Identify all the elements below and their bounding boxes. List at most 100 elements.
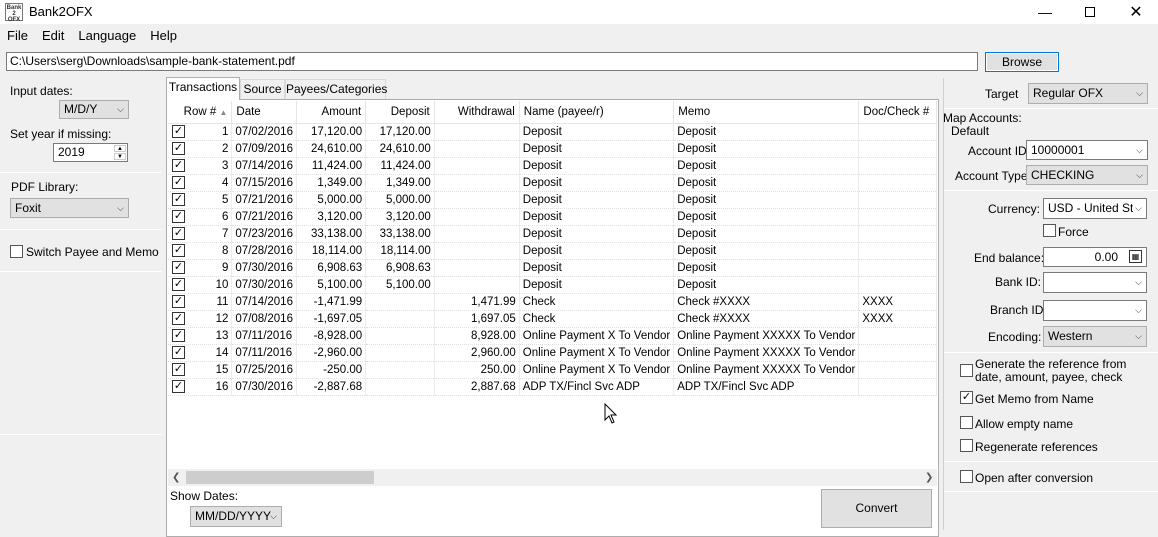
row-include-checkbox[interactable]: ✓ <box>172 193 185 206</box>
menu-language[interactable]: Language <box>71 26 143 46</box>
table-cell[interactable]: 18,114.00 <box>296 242 367 260</box>
table-cell[interactable]: 07/21/2016 <box>231 191 297 209</box>
row-number-cell[interactable]: ✓ 1 <box>168 123 233 141</box>
table-cell[interactable]: Online Payment X To Vendor <box>519 361 675 379</box>
table-cell[interactable]: 33,138.00 <box>296 225 367 243</box>
table-cell[interactable] <box>434 174 520 192</box>
table-cell[interactable]: 8,928.00 <box>434 327 520 345</box>
table-cell[interactable] <box>858 140 937 158</box>
column-header[interactable]: Name (payee/r) <box>519 101 675 124</box>
row-number-cell[interactable]: ✓ 6 <box>168 208 233 226</box>
table-cell[interactable] <box>858 157 937 175</box>
force-checkbox[interactable] <box>1043 224 1056 237</box>
table-cell[interactable]: Deposit <box>519 208 675 226</box>
generate-reference-checkbox[interactable] <box>960 364 973 377</box>
column-header[interactable]: Row # ▲ <box>168 101 233 124</box>
table-cell[interactable]: 5,100.00 <box>365 276 435 294</box>
column-header[interactable]: Date <box>231 101 297 124</box>
table-row[interactable]: ✓ 5 07/21/2016 5,000.00 5,000.00 Deposit Depos… <box>168 191 937 209</box>
table-cell[interactable]: 07/30/2016 <box>231 276 297 294</box>
row-include-checkbox[interactable]: ✓ <box>172 227 185 240</box>
table-cell[interactable]: Check #XXXX <box>673 293 860 311</box>
tab-payees-categories[interactable]: Payees/Categories <box>285 79 387 99</box>
table-cell[interactable]: 3,120.00 <box>365 208 435 226</box>
table-cell[interactable] <box>434 140 520 158</box>
table-cell[interactable]: Check #XXXX <box>673 310 860 328</box>
target-select[interactable]: Regular OFX ⌵ <box>1028 83 1148 104</box>
table-cell[interactable]: Online Payment X To Vendor <box>519 327 675 345</box>
table-cell[interactable]: Deposit <box>519 123 675 141</box>
row-include-checkbox[interactable]: ✓ <box>172 210 185 223</box>
table-cell[interactable]: 07/15/2016 <box>231 174 297 192</box>
row-number-cell[interactable]: ✓ 8 <box>168 242 233 260</box>
table-cell[interactable] <box>434 259 520 277</box>
row-include-checkbox[interactable]: ✓ <box>172 159 185 172</box>
row-number-cell[interactable]: ✓ 9 <box>168 259 233 277</box>
input-dates-select[interactable]: M/D/Y ⌵ <box>59 100 129 119</box>
table-cell[interactable]: Online Payment XXXXX To Vendor <box>673 344 860 362</box>
table-cell[interactable]: -2,960.00 <box>296 344 367 362</box>
table-row[interactable]: ✓ 16 07/30/2016 -2,887.68 2,887.68 ADP TX/Fin… <box>168 378 937 396</box>
open-after-conversion-checkbox[interactable] <box>960 470 973 483</box>
row-include-checkbox[interactable]: ✓ <box>172 176 185 189</box>
table-cell[interactable]: 1,471.99 <box>434 293 520 311</box>
table-row[interactable]: ✓ 1 07/02/2016 17,120.00 17,120.00 Deposit Dep… <box>168 123 937 141</box>
encoding-select[interactable]: Western ⌵ <box>1043 326 1147 347</box>
table-cell[interactable] <box>365 361 435 379</box>
table-cell[interactable]: Online Payment XXXXX To Vendor <box>673 361 860 379</box>
table-cell[interactable]: 07/08/2016 <box>231 310 297 328</box>
table-cell[interactable]: Online Payment X To Vendor <box>519 344 675 362</box>
row-include-checkbox[interactable]: ✓ <box>172 125 185 138</box>
table-row[interactable]: ✓ 6 07/21/2016 3,120.00 3,120.00 Deposit Depos… <box>168 208 937 226</box>
table-cell[interactable]: Deposit <box>673 157 860 175</box>
row-number-cell[interactable]: ✓ 11 <box>168 293 233 311</box>
menu-file[interactable]: File <box>0 26 35 46</box>
table-cell[interactable]: Deposit <box>673 276 860 294</box>
row-number-cell[interactable]: ✓ 7 <box>168 225 233 243</box>
table-cell[interactable] <box>434 225 520 243</box>
table-cell[interactable] <box>858 361 937 379</box>
table-row[interactable]: ✓ 9 07/30/2016 6,908.63 6,908.63 Deposit Depos… <box>168 259 937 277</box>
row-number-cell[interactable]: ✓ 16 <box>168 378 233 396</box>
table-cell[interactable] <box>858 327 937 345</box>
table-cell[interactable]: 1,349.00 <box>296 174 367 192</box>
table-cell[interactable] <box>858 344 937 362</box>
table-cell[interactable] <box>858 123 937 141</box>
table-cell[interactable] <box>858 225 937 243</box>
table-cell[interactable]: XXXX <box>858 310 937 328</box>
table-cell[interactable]: 07/09/2016 <box>231 140 297 158</box>
row-include-checkbox[interactable]: ✓ <box>172 244 185 257</box>
table-cell[interactable]: 07/30/2016 <box>231 259 297 277</box>
table-cell[interactable] <box>858 378 937 396</box>
allow-empty-name-checkbox[interactable] <box>960 416 973 429</box>
row-number-cell[interactable]: ✓ 4 <box>168 174 233 192</box>
table-cell[interactable]: 5,000.00 <box>365 191 435 209</box>
table-cell[interactable] <box>858 276 937 294</box>
table-cell[interactable]: 1,697.05 <box>434 310 520 328</box>
table-cell[interactable]: 5,000.00 <box>296 191 367 209</box>
row-number-cell[interactable]: ✓ 3 <box>168 157 233 175</box>
table-row[interactable]: ✓ 12 07/08/2016 -1,697.05 1,697.05 Check Check… <box>168 310 937 328</box>
scroll-right-icon[interactable]: ❯ <box>925 472 933 483</box>
row-number-cell[interactable]: ✓ 14 <box>168 344 233 362</box>
table-cell[interactable]: -250.00 <box>296 361 367 379</box>
table-cell[interactable]: 07/21/2016 <box>231 208 297 226</box>
table-cell[interactable]: 07/30/2016 <box>231 378 297 396</box>
table-cell[interactable]: ADP TX/Fincl Svc ADP <box>673 378 860 396</box>
end-balance-input[interactable]: 0.00 ▦ <box>1043 247 1147 267</box>
row-include-checkbox[interactable]: ✓ <box>172 278 185 291</box>
table-cell[interactable]: 07/25/2016 <box>231 361 297 379</box>
set-year-spinner[interactable]: 2019 ▲ ▼ <box>53 143 128 162</box>
table-cell[interactable]: 2,960.00 <box>434 344 520 362</box>
row-include-checkbox[interactable]: ✓ <box>172 312 185 325</box>
table-cell[interactable] <box>858 208 937 226</box>
menu-edit[interactable]: Edit <box>35 26 71 46</box>
table-cell[interactable]: 33,138.00 <box>365 225 435 243</box>
column-header[interactable]: Amount <box>296 101 367 124</box>
bank-id-select[interactable]: ⌵ <box>1043 272 1147 293</box>
table-cell[interactable]: -1,697.05 <box>296 310 367 328</box>
file-path-input[interactable]: C:\Users\serg\Downloads\sample-bank-stat… <box>6 52 978 71</box>
column-header[interactable]: Memo <box>673 101 860 124</box>
menu-help[interactable]: Help <box>143 26 184 46</box>
minimize-button[interactable]: — <box>1022 0 1068 24</box>
